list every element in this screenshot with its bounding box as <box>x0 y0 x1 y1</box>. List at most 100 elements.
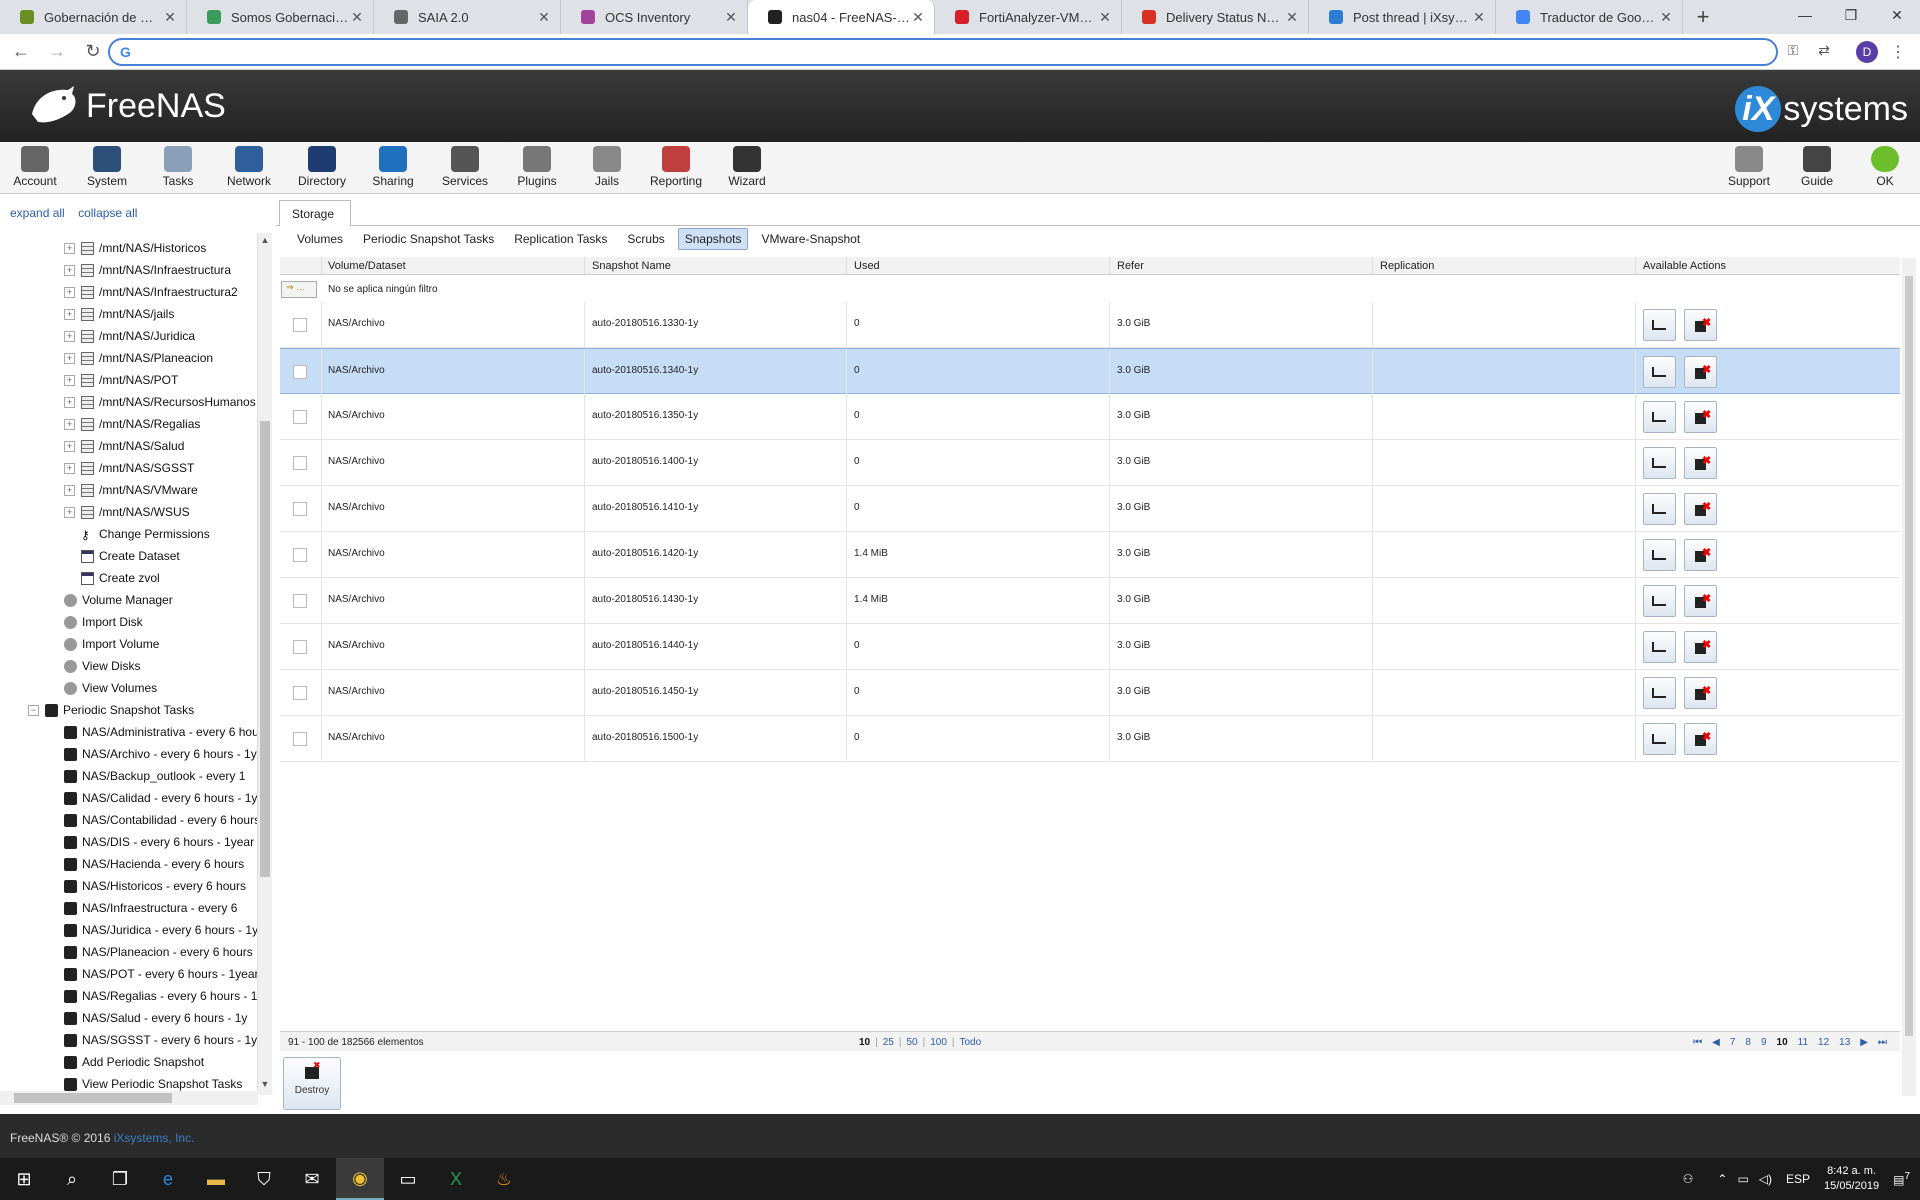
tree-periodic-task[interactable]: NAS/Backup_outlook - every 1 <box>64 765 245 787</box>
tree-dataset[interactable]: +/mnt/NAS/Infraestructura <box>64 259 231 281</box>
page-size-option[interactable]: 50 <box>906 1037 917 1048</box>
tab-close-icon[interactable]: ✕ <box>1284 9 1300 26</box>
table-row[interactable]: NAS/Archivo auto-20180516.1440-1y 0 3.0 GiB… <box>280 624 1900 670</box>
destroy-snapshot-button[interactable]: ✖ <box>1684 631 1717 663</box>
destroy-snapshot-button[interactable]: ✖ <box>1684 447 1717 479</box>
tree-dataset[interactable]: +/mnt/NAS/RecursosHumanos <box>64 391 256 413</box>
tree-dataset-action[interactable]: ⚷ Change Permissions <box>81 523 210 545</box>
column-header[interactable]: Snapshot Name <box>592 260 671 272</box>
page-link[interactable]: 10 <box>1777 1037 1788 1048</box>
column-header[interactable]: Volume/Dataset <box>328 260 406 272</box>
expand-toggle-icon[interactable]: + <box>64 242 75 254</box>
tree-scroll-thumb[interactable] <box>260 421 270 877</box>
row-checkbox[interactable] <box>293 410 307 424</box>
row-checkbox[interactable] <box>293 318 307 332</box>
tree-periodic-task[interactable]: NAS/Hacienda - every 6 hours <box>64 853 244 875</box>
tab-close-icon[interactable]: ✕ <box>1097 9 1113 26</box>
menu-directory[interactable]: Directory <box>287 146 357 188</box>
close-window-button[interactable]: ✕ <box>1874 0 1920 30</box>
table-row[interactable]: NAS/Archivo auto-20180516.1420-1y 1.4 MiB 3… <box>280 532 1900 578</box>
table-row[interactable]: NAS/Archivo auto-20180516.1350-1y 0 3.0 GiB… <box>280 394 1900 440</box>
browser-tab[interactable]: FortiAnalyzer-VM64: 10✕ <box>935 0 1122 34</box>
clone-snapshot-button[interactable] <box>1643 493 1676 525</box>
filter-button[interactable]: ⇒ … <box>281 281 317 298</box>
edge-icon[interactable]: e <box>144 1158 192 1200</box>
tree-periodic-task[interactable]: NAS/POT - every 6 hours - 1year <box>64 963 257 985</box>
tree-hscroll-thumb[interactable] <box>14 1093 172 1103</box>
browser-menu-icon[interactable]: ⋮ <box>1890 42 1906 62</box>
page-link[interactable]: 11 <box>1798 1037 1808 1048</box>
tray-expand-icon[interactable]: ⌃ <box>1717 1172 1727 1186</box>
clone-snapshot-button[interactable] <box>1643 723 1676 755</box>
file-explorer-icon[interactable]: ▬ <box>192 1158 240 1200</box>
back-icon[interactable]: ← <box>6 41 36 62</box>
browser-tab[interactable]: Somos Gobernación de Risaralda✕ <box>187 0 374 34</box>
expand-toggle-icon[interactable]: + <box>64 264 75 276</box>
expand-toggle-icon[interactable]: + <box>64 330 75 342</box>
page-size-option[interactable]: 10 <box>859 1037 870 1048</box>
browser-tab[interactable]: Gobernación de Risaralda✕ <box>0 0 187 34</box>
expand-all-link[interactable]: expand all <box>10 206 65 220</box>
subtab-replication-tasks[interactable]: Replication Tasks <box>507 228 614 250</box>
tree-dataset[interactable]: +/mnt/NAS/POT <box>64 369 178 391</box>
tree-dataset-action[interactable]: Create zvol <box>81 567 160 589</box>
tree-periodic-task[interactable]: NAS/Planeacion - every 6 hours <box>64 941 253 963</box>
tree-periodic-task[interactable]: NAS/Administrativa - every 6 hours <box>64 721 257 743</box>
minimize-button[interactable]: — <box>1782 0 1828 30</box>
scroll-down-icon[interactable]: ▼ <box>258 1079 272 1093</box>
browser-tab[interactable]: Traductor de Google ✕ <box>1496 0 1683 34</box>
excel-icon[interactable]: X <box>432 1158 480 1200</box>
tree-dataset[interactable]: +/mnt/NAS/Regalias <box>64 413 200 435</box>
tree-dataset[interactable]: +/mnt/NAS/Infraestructura2 <box>64 281 238 303</box>
tree-storage-item[interactable]: View Disks <box>64 655 140 677</box>
terminal-icon[interactable]: ▭ <box>384 1158 432 1200</box>
destroy-snapshot-button[interactable]: ✖ <box>1684 585 1717 617</box>
expand-toggle-icon[interactable]: − <box>28 704 39 716</box>
destroy-snapshot-button[interactable]: ✖ <box>1684 401 1717 433</box>
tree-dataset[interactable]: +/mnt/NAS/jails <box>64 303 174 325</box>
maximize-button[interactable]: ❐ <box>1828 0 1874 30</box>
subtab-snapshots[interactable]: Snapshots <box>677 228 749 250</box>
menu-ok[interactable]: OK <box>1850 146 1920 188</box>
store-icon[interactable]: ⛉ <box>240 1158 288 1200</box>
tree-dataset[interactable]: +/mnt/NAS/SGSST <box>64 457 194 479</box>
tree-periodic-task[interactable]: NAS/Contabilidad - every 6 hours <box>64 809 257 831</box>
key-icon[interactable]: ⚿ <box>1788 42 1799 59</box>
page-link[interactable]: 7 <box>1730 1037 1736 1048</box>
page-link[interactable]: ◀ <box>1712 1037 1720 1048</box>
tree-periodic-task[interactable]: NAS/DIS - every 6 hours - 1year <box>64 831 254 853</box>
app-flame-icon[interactable]: ♨ <box>480 1158 528 1200</box>
menu-wizard[interactable]: Wizard <box>712 146 782 188</box>
expand-toggle-icon[interactable]: + <box>64 286 75 298</box>
tree-periodic-task[interactable]: NAS/SGSST - every 6 hours - 1y <box>64 1029 257 1051</box>
destroy-snapshot-button[interactable]: ✖ <box>1684 356 1717 388</box>
clone-snapshot-button[interactable] <box>1643 539 1676 571</box>
menu-guide[interactable]: Guide <box>1782 146 1852 188</box>
tree-periodic-task[interactable]: NAS/Historicos - every 6 hours <box>64 875 246 897</box>
browser-tab[interactable]: nas04 - FreeNAS-9.10.2✕ <box>748 0 935 34</box>
tree-periodic-task[interactable]: NAS/Calidad - every 6 hours - 1y <box>64 787 257 809</box>
tab-close-icon[interactable]: ✕ <box>349 9 365 26</box>
menu-system[interactable]: System <box>72 146 142 188</box>
expand-toggle-icon[interactable]: + <box>64 506 75 518</box>
clone-snapshot-button[interactable] <box>1643 631 1676 663</box>
table-row[interactable]: NAS/Archivo auto-20180516.1450-1y 0 3.0 GiB… <box>280 670 1900 716</box>
destroy-snapshot-button[interactable]: ✖ <box>1684 539 1717 571</box>
tree-periodic-task[interactable]: NAS/Regalias - every 6 hours - 1y <box>64 985 257 1007</box>
tree-dataset[interactable]: +/mnt/NAS/Salud <box>64 435 184 457</box>
tree-periodic-task[interactable]: NAS/Archivo - every 6 hours - 1y <box>64 743 257 765</box>
page-size-option[interactable]: 100 <box>930 1037 947 1048</box>
page-size-option[interactable]: Todo <box>960 1037 982 1048</box>
table-row[interactable]: NAS/Archivo auto-20180516.1430-1y 1.4 MiB 3… <box>280 578 1900 624</box>
address-bar[interactable]: G <box>108 38 1778 66</box>
clone-snapshot-button[interactable] <box>1643 677 1676 709</box>
column-header[interactable]: Refer <box>1117 260 1144 272</box>
grid-vertical-scrollbar[interactable] <box>1902 258 1916 1096</box>
tree-periodic-action[interactable]: View Periodic Snapshot Tasks <box>64 1073 242 1093</box>
page-link[interactable]: ⏭ <box>1878 1037 1887 1048</box>
tree-horizontal-scrollbar[interactable] <box>0 1091 258 1105</box>
profile-avatar[interactable]: D <box>1856 41 1878 63</box>
column-header[interactable]: Available Actions <box>1643 260 1726 272</box>
expand-toggle-icon[interactable]: + <box>64 308 75 320</box>
tree-dataset[interactable]: +/mnt/NAS/Juridica <box>64 325 195 347</box>
